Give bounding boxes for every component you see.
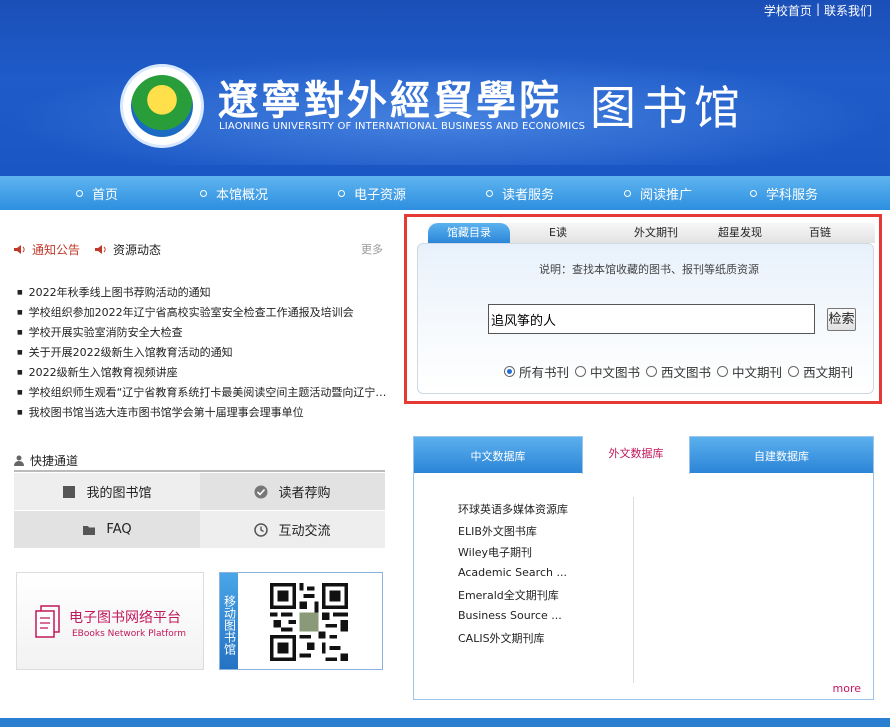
bullet-icon — [624, 190, 631, 197]
list-item[interactable]: 环球英语多媒体资源库 — [458, 501, 568, 523]
search-input[interactable] — [488, 304, 815, 334]
school-logo — [120, 64, 204, 148]
database-tabs: 中文数据库 外文数据库 自建数据库 — [414, 436, 873, 474]
bullet-icon — [486, 190, 493, 197]
list-item[interactable]: 学校组织师生观看“辽宁省教育系统打卡最美阅读空间主题活动暨向辽宁… — [17, 383, 387, 403]
list-item[interactable]: 学校组织参加2022年辽宁省高校实验室安全检查工作通报及培训会 — [17, 303, 387, 323]
bullet-icon — [750, 190, 757, 197]
radio-western-books[interactable]: 西文图书 — [646, 362, 711, 381]
list-item[interactable]: 学校开展实验室消防安全大检查 — [17, 323, 387, 343]
speaker-icon — [95, 244, 106, 254]
school-home-link[interactable]: 学校首页 — [764, 2, 812, 19]
radio-icon — [575, 366, 587, 377]
nav-item-reader-services[interactable]: 读者服务 — [486, 184, 554, 203]
check-circle-icon — [254, 485, 268, 498]
database-more-link[interactable]: more — [833, 682, 862, 695]
my-library-button[interactable]: 我的图书馆 — [14, 473, 200, 511]
list-item[interactable]: 2022年秋季线上图书荐购活动的通知 — [17, 283, 387, 303]
list-item[interactable]: 我校图书馆当选大连市图书馆学会第十届理事会理事单位 — [17, 403, 387, 423]
bullet-icon — [76, 190, 83, 197]
tab-eread[interactable]: E读 — [538, 223, 578, 243]
top-links-separator: | — [815, 2, 820, 16]
list-item[interactable]: 2022级新生入馆教育视频讲座 — [17, 363, 387, 383]
radio-selected-icon — [504, 366, 515, 377]
user-icon — [14, 455, 24, 466]
school-english-name: LIAONING UNIVERSITY OF INTERNATIONAL BUS… — [219, 121, 586, 132]
radio-icon — [717, 366, 729, 377]
tab-foreign-db[interactable]: 外文数据库 — [582, 436, 690, 474]
news-more-link[interactable]: 更多 — [361, 241, 383, 257]
tab-resource-news[interactable]: 资源动态 — [94, 241, 161, 258]
list-item[interactable]: 关于开展2022级新生入馆教育活动的通知 — [17, 343, 387, 363]
news-header: 通知公告 资源动态 更多 — [13, 240, 383, 258]
contact-link[interactable]: 联系我们 — [824, 2, 872, 19]
list-item[interactable]: Wiley电子期刊 — [458, 544, 568, 566]
nav-item-subject-services[interactable]: 学科服务 — [750, 184, 818, 203]
mobile-library-label: 移动图书馆 — [220, 573, 238, 669]
nav-item-home[interactable]: 首页 — [76, 184, 118, 203]
tab-chinese-db[interactable]: 中文数据库 — [414, 437, 582, 473]
book-icon — [63, 485, 76, 498]
radio-all[interactable]: 所有书刊 — [504, 362, 569, 381]
folder-icon — [83, 525, 96, 535]
list-item[interactable]: Business Source ... — [458, 609, 568, 631]
search-note: 说明：查找本馆收藏的图书、报刊等纸质资源 — [539, 263, 759, 276]
speaker-icon — [14, 244, 25, 254]
main-nav: 首页 本馆概况 电子资源 读者服务 阅读推广 学科服务 — [0, 176, 890, 210]
qr-code-icon — [270, 583, 348, 661]
radio-chinese-journals[interactable]: 中文期刊 — [717, 362, 782, 381]
bullet-icon — [338, 190, 345, 197]
site-header: 学校首页 | 联系我们 遼寧對外經貿學院 LIAONING UNIVERSITY… — [0, 0, 890, 176]
interaction-button[interactable]: 互动交流 — [200, 511, 385, 549]
tab-self-built-db[interactable]: 自建数据库 — [690, 437, 873, 473]
tab-foreign-journals[interactable]: 外文期刊 — [626, 223, 686, 243]
clock-icon — [254, 522, 269, 537]
list-item[interactable]: Emerald全文期刊库 — [458, 587, 568, 609]
database-panel: 中文数据库 外文数据库 自建数据库 环球英语多媒体资源库 ELIB外文图书库 W… — [413, 436, 874, 700]
list-item[interactable]: Academic Search ... — [458, 566, 568, 588]
nav-item-e-resources[interactable]: 电子资源 — [338, 184, 406, 203]
tab-bailian[interactable]: 百链 — [800, 223, 840, 243]
divider — [633, 497, 634, 683]
search-scope-radios: 所有书刊 中文图书 西文图书 中文期刊 西文期刊 — [504, 362, 859, 381]
search-tabs: 馆藏目录 E读 外文期刊 超星发现 百链 — [428, 223, 875, 243]
tab-notices[interactable]: 通知公告 — [13, 241, 80, 258]
radio-icon — [788, 366, 800, 377]
nav-item-overview[interactable]: 本馆概况 — [200, 184, 268, 203]
database-list: 环球英语多媒体资源库 ELIB外文图书库 Wiley电子期刊 Academic … — [458, 501, 568, 652]
ebook-platform-banner[interactable]: 电子图书网络平台 EBooks Network Platform — [16, 572, 204, 670]
document-icon — [35, 605, 60, 638]
library-title: 图书馆 — [590, 81, 746, 135]
nav-item-reading-promotion[interactable]: 阅读推广 — [624, 184, 692, 203]
radio-chinese-books[interactable]: 中文图书 — [575, 362, 640, 381]
reader-recommend-button[interactable]: 读者荐购 — [200, 473, 385, 511]
mobile-library-box[interactable]: 移动图书馆 — [219, 572, 383, 670]
radio-icon — [646, 366, 658, 377]
news-list: 2022年秋季线上图书荐购活动的通知 学校组织参加2022年辽宁省高校实验室安全… — [17, 283, 387, 423]
footer-bar — [0, 718, 890, 727]
faq-button[interactable]: FAQ — [14, 511, 200, 549]
tab-chaoxing-discovery[interactable]: 超星发现 — [710, 223, 770, 243]
quick-access-title: 快捷通道 — [14, 450, 385, 472]
ebook-platform-title: 电子图书网络平台 — [69, 610, 181, 626]
search-button[interactable]: 检索 — [827, 308, 856, 331]
search-box: 说明：查找本馆收藏的图书、报刊等纸质资源 检索 所有书刊 中文图书 西文图书 中… — [417, 243, 874, 394]
list-item[interactable]: CALIS外文期刊库 — [458, 630, 568, 652]
school-name: 遼寧對外經貿學院 — [218, 77, 562, 124]
ebook-platform-subtitle: EBooks Network Platform — [72, 629, 187, 639]
top-links: 学校首页 | 联系我们 — [764, 2, 872, 19]
catalog-search-panel: 馆藏目录 E读 外文期刊 超星发现 百链 说明：查找本馆收藏的图书、报刊等纸质资… — [404, 214, 882, 404]
tab-catalog[interactable]: 馆藏目录 — [428, 223, 510, 243]
bullet-icon — [200, 190, 207, 197]
list-item[interactable]: ELIB外文图书库 — [458, 523, 568, 545]
radio-western-journals[interactable]: 西文期刊 — [788, 362, 853, 381]
quick-access-grid: 我的图书馆 读者荐购 FAQ 互动交流 — [14, 473, 385, 549]
